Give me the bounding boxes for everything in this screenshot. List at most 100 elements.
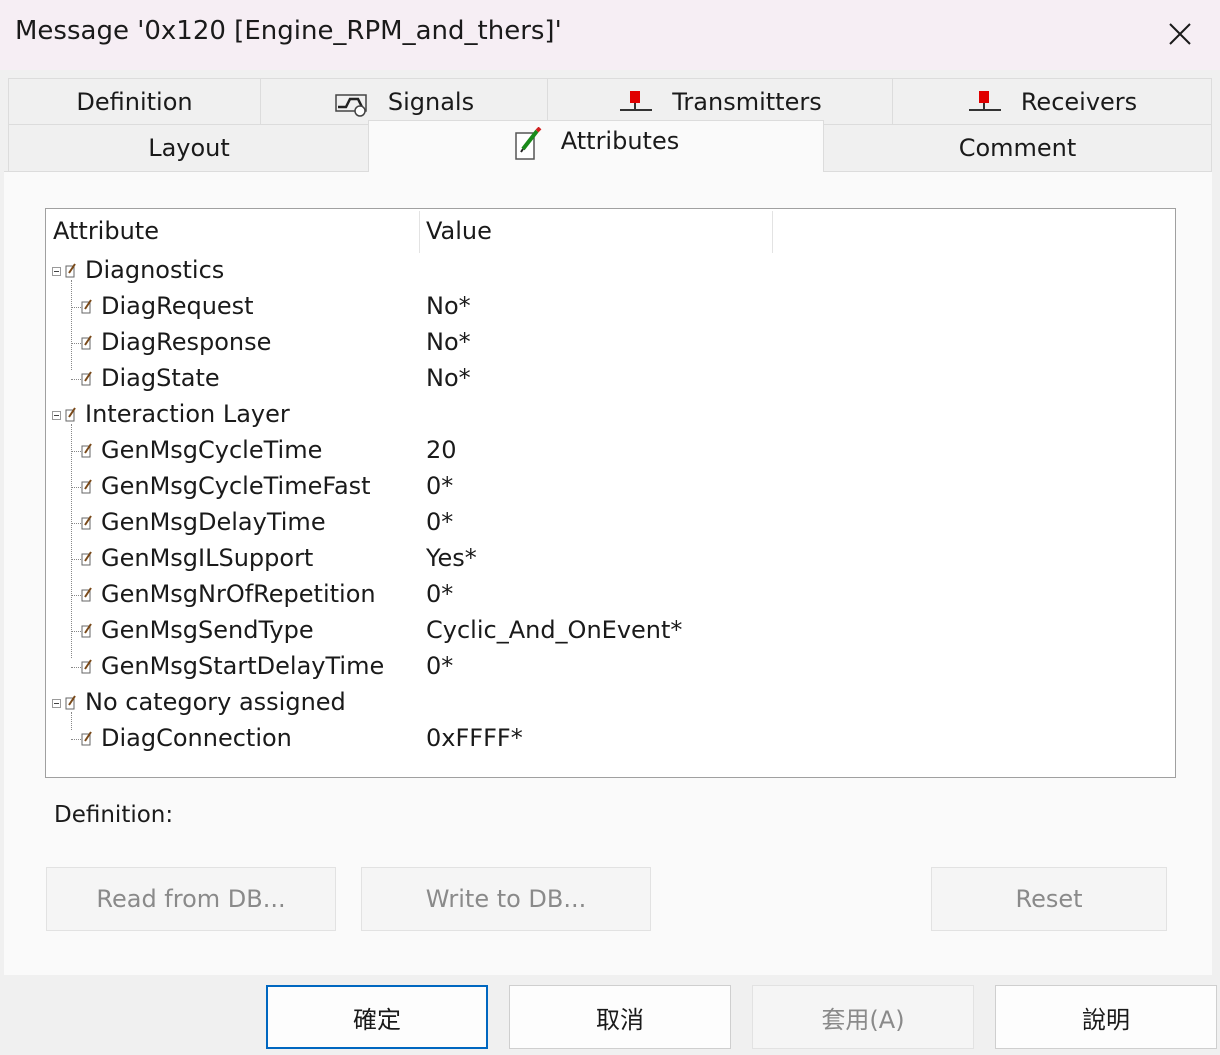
attribute-value[interactable]: 0xFFFF* (426, 724, 523, 752)
attribute-name: GenMsgILSupport (101, 544, 314, 572)
tree-connector (71, 631, 81, 632)
node-icon (967, 88, 1003, 116)
group-label: No category assigned (85, 688, 346, 716)
attribute-pencil-icon (81, 298, 93, 314)
attribute-name: DiagConnection (101, 724, 292, 752)
attribute-row[interactable]: GenMsgNrOfRepetition 0* (46, 577, 1175, 613)
attribute-row[interactable]: GenMsgStartDelayTime 0* (46, 649, 1175, 685)
attribute-row[interactable]: GenMsgILSupport Yes* (46, 541, 1175, 577)
attribute-name: GenMsgDelayTime (101, 508, 326, 536)
attribute-name: GenMsgCycleTime (101, 436, 323, 464)
reset-button[interactable]: Reset (931, 867, 1167, 931)
attribute-row[interactable]: GenMsgSendType Cyclic_And_OnEvent* (46, 613, 1175, 649)
close-button[interactable] (1150, 10, 1210, 58)
help-button[interactable]: 說明 (995, 985, 1217, 1049)
attribute-pencil-icon (65, 694, 77, 710)
tab-label: Signals (387, 87, 475, 116)
attribute-tree[interactable]: Attribute Value Diagnostics DiagRequest No… (45, 208, 1176, 778)
attribute-value[interactable]: Yes* (426, 544, 477, 572)
attribute-pencil-icon (81, 658, 93, 674)
close-icon (1169, 23, 1191, 45)
attribute-pencil-icon (81, 514, 93, 530)
attribute-row[interactable]: DiagResponse No* (46, 325, 1175, 361)
tab-label: Layout (148, 134, 230, 162)
tab-layout[interactable]: Layout (8, 124, 370, 172)
attribute-name: GenMsgNrOfRepetition (101, 580, 376, 608)
tree-connector (71, 559, 81, 560)
tab-label: Definition (76, 87, 193, 116)
window-title: Message '0x120 [Engine_RPM_and_thers]' (15, 16, 562, 46)
definition-label: Definition: (54, 802, 174, 828)
tab-label: Receivers (1020, 87, 1138, 116)
tree-group-row[interactable]: Interaction Layer (46, 397, 1175, 433)
ok-button[interactable]: 確定 (266, 985, 488, 1049)
tab-signals[interactable]: Signals (260, 78, 548, 125)
collapse-toggle-icon[interactable] (52, 267, 61, 276)
attribute-row[interactable]: DiagState No* (46, 361, 1175, 397)
attribute-name: DiagResponse (101, 328, 272, 356)
tab-label: Comment (958, 134, 1077, 162)
tree-connector (71, 595, 81, 596)
read-from-db-button[interactable]: Read from DB... (46, 867, 336, 931)
tree-connector (71, 451, 81, 452)
column-header-attribute[interactable]: Attribute (53, 217, 159, 245)
title-bar: Message '0x120 [Engine_RPM_and_thers]' (0, 0, 1220, 70)
cancel-button[interactable]: 取消 (509, 985, 731, 1049)
group-label: Diagnostics (85, 256, 225, 284)
attribute-pencil-icon (81, 730, 93, 746)
collapse-toggle-icon[interactable] (52, 411, 61, 420)
tab-transmitters[interactable]: Transmitters (547, 78, 893, 125)
attribute-value[interactable]: 0* (426, 652, 453, 680)
attribute-row[interactable]: GenMsgDelayTime 0* (46, 505, 1175, 541)
attribute-pencil-icon (81, 622, 93, 638)
tab-comment[interactable]: Comment (823, 124, 1212, 172)
attribute-pencil-icon (81, 334, 93, 350)
tab-strip: Definition Signals Transmitters Receiver… (8, 78, 1212, 172)
attribute-name: GenMsgSendType (101, 616, 314, 644)
attribute-value[interactable]: 0* (426, 580, 453, 608)
attribute-name: GenMsgStartDelayTime (101, 652, 385, 680)
write-to-db-button[interactable]: Write to DB... (361, 867, 651, 931)
signal-icon (334, 87, 370, 117)
collapse-toggle-icon[interactable] (52, 699, 61, 708)
tab-label: Transmitters (672, 87, 822, 116)
column-header-value[interactable]: Value (426, 217, 492, 245)
apply-button[interactable]: 套用(A) (752, 985, 974, 1049)
tree-group-row[interactable]: Diagnostics (46, 253, 1175, 289)
attribute-name: DiagState (101, 364, 220, 392)
column-divider[interactable] (419, 211, 420, 253)
attribute-value[interactable]: 0* (426, 472, 453, 500)
attribute-value[interactable]: 20 (426, 436, 457, 464)
column-divider[interactable] (772, 211, 773, 253)
tree-connector (71, 379, 81, 380)
attribute-value[interactable]: No* (426, 364, 471, 392)
tree-group-row[interactable]: No category assigned (46, 685, 1175, 721)
attribute-row[interactable]: DiagRequest No* (46, 289, 1175, 325)
attribute-pencil-icon (81, 550, 93, 566)
attribute-pencil-icon (513, 127, 543, 161)
attribute-value[interactable]: 0* (426, 508, 453, 536)
tree-connector (71, 487, 81, 488)
tab-receivers[interactable]: Receivers (892, 78, 1212, 125)
tree-connector (71, 739, 81, 740)
tab-label: Attributes (560, 127, 680, 155)
tree-connector (71, 523, 81, 524)
tree-connector (71, 307, 81, 308)
attribute-row[interactable]: DiagConnection 0xFFFF* (46, 721, 1175, 757)
attribute-name: GenMsgCycleTimeFast (101, 472, 371, 500)
node-icon (618, 88, 654, 116)
attribute-pencil-icon (65, 262, 77, 278)
tab-definition[interactable]: Definition (8, 78, 261, 125)
attribute-value[interactable]: No* (426, 328, 471, 356)
attribute-value[interactable]: No* (426, 292, 471, 320)
tab-attributes[interactable]: Attributes (368, 120, 824, 172)
attribute-pencil-icon (81, 370, 93, 386)
attribute-pencil-icon (65, 406, 77, 422)
attribute-value[interactable]: Cyclic_And_OnEvent* (426, 616, 682, 644)
tree-connector (71, 343, 81, 344)
attribute-pencil-icon (81, 478, 93, 494)
attribute-row[interactable]: GenMsgCycleTime 20 (46, 433, 1175, 469)
tree-connector (71, 667, 81, 668)
attribute-pencil-icon (81, 442, 93, 458)
attribute-row[interactable]: GenMsgCycleTimeFast 0* (46, 469, 1175, 505)
